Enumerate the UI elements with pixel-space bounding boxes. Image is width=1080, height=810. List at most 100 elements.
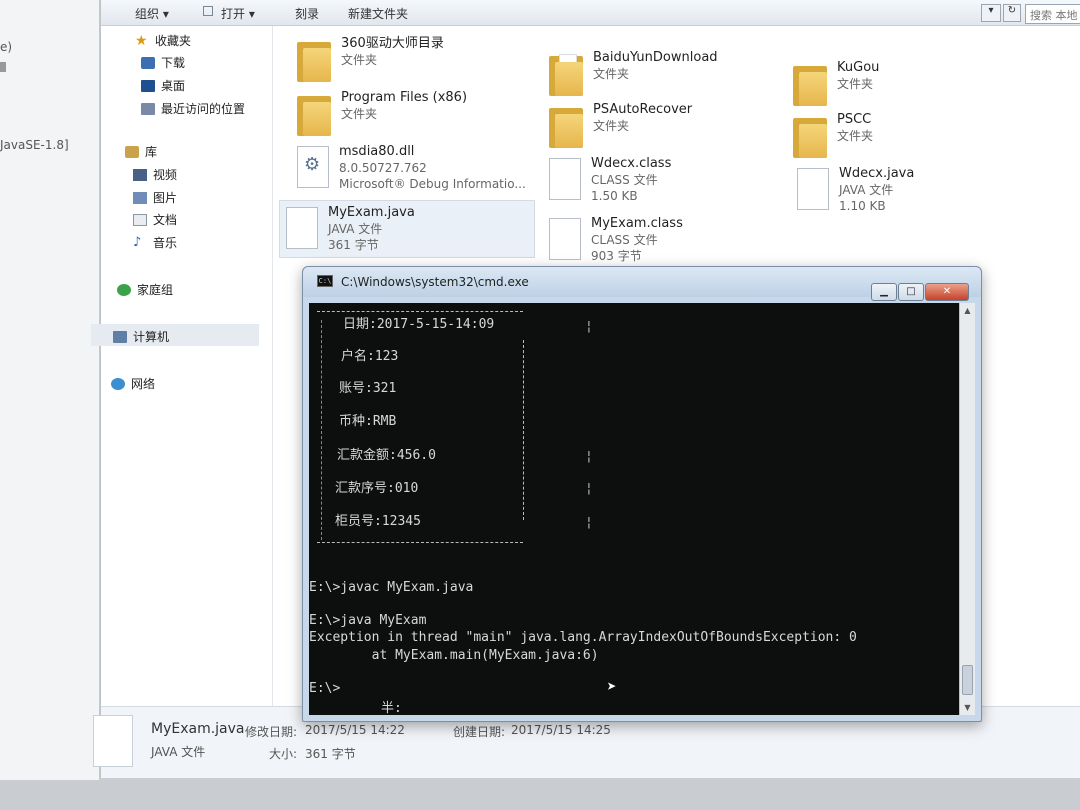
file-item-selected[interactable]: MyExam.java JAVA 文件 361 字节 (279, 200, 535, 258)
file-type: 文件夹 (341, 53, 378, 67)
search-input[interactable]: 搜索 本地 (1025, 4, 1080, 24)
receipt-serial: 汇款序号:010 (335, 481, 419, 496)
nav-pictures[interactable]: 图片 (133, 189, 177, 206)
nav-label: 计算机 (133, 330, 170, 344)
nav-homegroup[interactable]: 家庭组 (117, 281, 173, 298)
nav-label: 收藏夹 (155, 34, 192, 48)
nav-favorites[interactable]: ★ 收藏夹 (135, 32, 191, 49)
details-created-label: 创建日期: (453, 725, 506, 739)
file-type: 文件夹 (593, 119, 630, 133)
refresh-icon[interactable]: ↻ (1003, 4, 1021, 22)
nav-label: 文档 (153, 213, 178, 227)
minimize-button[interactable]: ▁ (871, 283, 897, 301)
file-item[interactable]: PSAutoRecover 文件夹 (549, 102, 692, 148)
file-item[interactable]: KuGou 文件夹 (793, 60, 879, 106)
dll-icon (297, 146, 329, 188)
receipt-currency: 币种:RMB (339, 414, 397, 429)
explorer-toolbar: 组织 ▾ 打开 ▾ 刻录 新建文件夹 ▾ ↻ 搜索 本地 (101, 0, 1080, 26)
navigation-pane: ★ 收藏夹 下载 桌面 最近访问的位置 库 视频 图片 文档 ♪ 音乐 家庭组 … (91, 26, 273, 706)
folder-icon (297, 92, 331, 136)
file-item[interactable]: 360驱动大师目录 文件夹 (297, 36, 444, 82)
file-type: CLASS 文件 (591, 233, 658, 247)
file-size: 1.50 KB (591, 189, 638, 203)
file-item[interactable]: MyExam.class CLASS 文件 903 字节 (549, 216, 683, 264)
file-icon (549, 218, 581, 260)
console-output[interactable]: ¦ ¦ ¦ ¦ 日期:2017-5-15-14:09 户名:123 账号:321… (309, 303, 959, 715)
receipt-account: 账号:321 (339, 381, 397, 396)
file-item[interactable]: Wdecx.java JAVA 文件 1.10 KB (797, 166, 914, 214)
nav-label: 图片 (153, 191, 178, 205)
file-name: MyExam.java (328, 205, 415, 220)
file-type: 文件夹 (341, 107, 378, 121)
scroll-thumb[interactable] (962, 665, 973, 695)
nav-desktop[interactable]: 桌面 (141, 77, 185, 94)
computer-icon (113, 330, 127, 343)
file-icon (797, 168, 829, 210)
nav-documents[interactable]: 文档 (133, 211, 177, 228)
details-modified-label: 修改日期: (245, 725, 298, 739)
file-item[interactable]: Wdecx.class CLASS 文件 1.50 KB (549, 156, 671, 204)
nav-music[interactable]: ♪ 音乐 (133, 234, 177, 251)
nav-network[interactable]: 网络 (111, 375, 155, 392)
nav-computer[interactable]: 计算机 (113, 328, 169, 345)
maximize-button[interactable]: □ (898, 283, 924, 301)
file-icon (549, 158, 581, 200)
nav-label: 音乐 (153, 236, 178, 250)
folder-icon (549, 104, 583, 148)
scroll-up-icon[interactable]: ▲ (960, 303, 975, 318)
details-file-name: MyExam.java (151, 721, 245, 737)
file-type: 文件夹 (593, 67, 630, 81)
file-item[interactable]: PSCC 文件夹 (793, 112, 873, 158)
document-icon (133, 213, 147, 226)
file-size: 903 字节 (591, 249, 642, 263)
console-line: Exception in thread "main" java.lang.Arr… (309, 630, 857, 645)
file-name: 360驱动大师目录 (341, 36, 444, 51)
file-item[interactable]: Program Files (x86) 文件夹 (297, 90, 467, 136)
nav-recent[interactable]: 最近访问的位置 (141, 100, 245, 117)
console-line: at MyExam.main(MyExam.java:6) (309, 648, 599, 663)
file-name: KuGou (837, 60, 880, 75)
ime-status: 半: (381, 701, 402, 715)
scroll-down-icon[interactable]: ▼ (960, 700, 975, 715)
console-line: E:\>javac MyExam.java (309, 580, 474, 595)
nav-videos[interactable]: 视频 (133, 166, 177, 183)
cmd-icon: C:\ (317, 275, 333, 287)
file-version: 8.0.50727.762 (339, 161, 427, 175)
cmd-title: C:\Windows\system32\cmd.exe (341, 275, 529, 289)
details-size-label: 大小: (269, 747, 298, 761)
file-size: 361 字节 (328, 238, 379, 252)
file-name: BaiduYunDownload (593, 50, 718, 65)
file-item[interactable]: BaiduYunDownload 文件夹 (549, 50, 718, 96)
file-name: PSCC (837, 112, 872, 127)
console-line: E:\>java MyExam (309, 613, 427, 628)
history-dropdown-icon[interactable]: ▾ (981, 4, 1001, 22)
receipt-teller: 柜员号:12345 (335, 514, 421, 529)
burn-button[interactable]: 刻录 (295, 5, 319, 22)
background-window-text: JavaSE-1.8] (0, 138, 69, 152)
new-folder-button[interactable]: 新建文件夹 (348, 5, 408, 22)
console-scrollbar[interactable]: ▲ ▼ (959, 303, 975, 715)
nav-label: 网络 (131, 377, 156, 391)
details-created-value: 2017/5/15 14:25 (511, 723, 611, 737)
nav-label: 家庭组 (137, 283, 174, 297)
file-type: JAVA 文件 (839, 183, 894, 197)
console-prompt: E:\> (309, 681, 341, 696)
file-name: Program Files (x86) (341, 90, 468, 105)
nav-label: 下载 (161, 56, 186, 70)
nav-libraries[interactable]: 库 (125, 143, 157, 160)
file-name: Wdecx.java (839, 166, 915, 181)
organize-button[interactable]: 组织 ▾ (135, 5, 169, 22)
folder-icon (793, 114, 827, 158)
file-description: Microsoft® Debug Informatio... (339, 177, 526, 191)
file-type: 文件夹 (837, 129, 874, 143)
folder-icon (549, 52, 583, 96)
file-icon (286, 207, 318, 249)
library-icon (125, 145, 139, 158)
file-item[interactable]: msdia80.dll 8.0.50727.762 Microsoft® Debug… (297, 144, 526, 192)
star-icon: ★ (135, 32, 148, 49)
close-button[interactable]: ✕ (925, 283, 969, 301)
receipt-user: 户名:123 (341, 349, 399, 364)
file-name: MyExam.class (591, 216, 683, 231)
open-button[interactable]: 打开 ▾ (221, 5, 255, 22)
nav-downloads[interactable]: 下载 (141, 54, 185, 71)
